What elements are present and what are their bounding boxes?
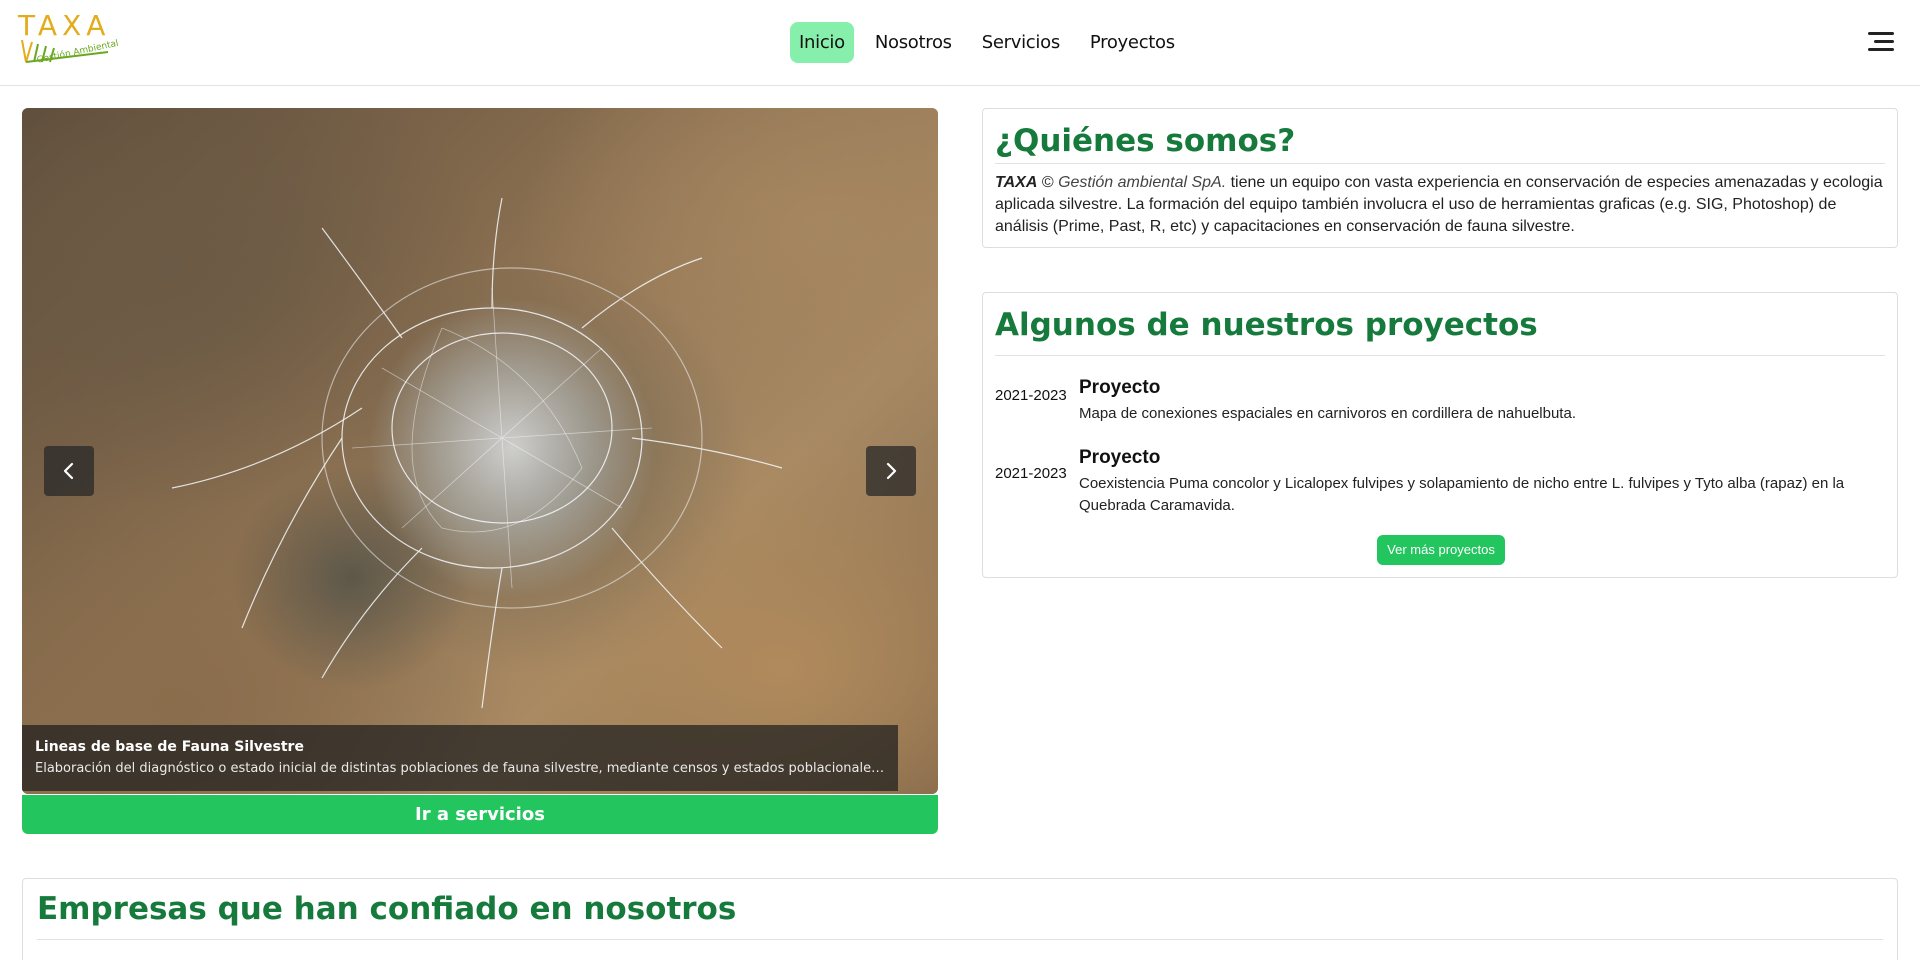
hamburger-menu-icon[interactable] xyxy=(1866,30,1894,54)
services-carousel: Lineas de base de Fauna Silvestre Elabor… xyxy=(22,108,938,794)
caption-title: Lineas de base de Fauna Silvestre xyxy=(35,739,304,755)
companies-title: Empresas que han confiado en nosotros xyxy=(37,879,1883,940)
about-copyright: © xyxy=(1037,174,1059,191)
about-title: ¿Quiénes somos? xyxy=(995,109,1885,164)
nav-item-proyectos[interactable]: Proyectos xyxy=(1081,22,1184,63)
project-title: Proyecto xyxy=(1079,377,1161,398)
project-description: Coexistencia Puma concolor y Licalopex f… xyxy=(1079,475,1845,514)
project-year: 2021-2023 xyxy=(995,465,1067,482)
nav-item-nosotros[interactable]: Nosotros xyxy=(866,22,961,63)
carousel-caption: Lineas de base de Fauna Silvestre Elabor… xyxy=(22,725,898,791)
taxa-logo[interactable]: TAXA Gestión Ambiental xyxy=(18,12,119,72)
about-text: TAXA © Gestión ambiental SpA. tiene un e… xyxy=(995,172,1885,238)
about-company: Gestión ambiental SpA. xyxy=(1058,174,1227,191)
about-brand: TAXA xyxy=(995,174,1038,191)
carousel-prev-button[interactable] xyxy=(44,446,94,496)
project-year: 2021-2023 xyxy=(995,387,1067,404)
nav-item-servicios[interactable]: Servicios xyxy=(973,22,1069,63)
more-projects-button[interactable]: Ver más proyectos xyxy=(1377,535,1505,565)
spider-web-illustration xyxy=(171,197,783,709)
project-description: Mapa de conexiones espaciales en carnivo… xyxy=(1079,405,1576,422)
site-header: TAXA Gestión Ambiental Inicio Nosotros S… xyxy=(0,0,1920,86)
go-to-services-button[interactable]: Ir a servicios xyxy=(22,795,938,834)
carousel-next-button[interactable] xyxy=(866,446,916,496)
project-title: Proyecto xyxy=(1079,447,1161,468)
about-card: ¿Quiénes somos? TAXA © Gestión ambiental… xyxy=(982,108,1898,248)
nav-item-inicio[interactable]: Inicio xyxy=(790,21,854,63)
projects-title: Algunos de nuestros proyectos xyxy=(995,293,1885,356)
chevron-left-icon xyxy=(63,462,74,480)
main-nav: Inicio Nosotros Servicios Proyectos xyxy=(790,21,1184,63)
caption-text: Elaboración del diagnóstico o estado ini… xyxy=(35,761,885,776)
projects-card: Algunos de nuestros proyectos 2021-2023 … xyxy=(982,292,1898,578)
companies-card: Empresas que han confiado en nosotros xyxy=(22,878,1898,960)
chevron-right-icon xyxy=(886,462,897,480)
